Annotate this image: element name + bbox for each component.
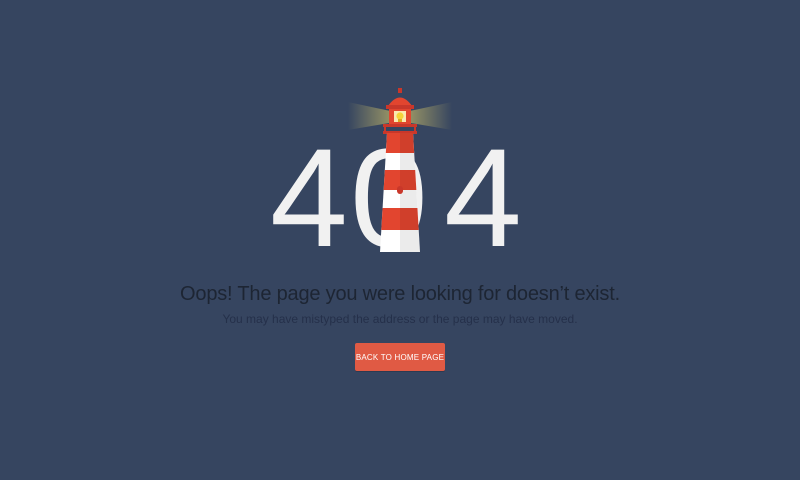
error-code-404: 4 0 4 — [0, 0, 800, 270]
back-to-home-button[interactable]: BACK TO HOME PAGE — [355, 343, 445, 371]
lighthouse-icon — [348, 88, 452, 252]
error-headline: Oops! The page you were looking for does… — [180, 283, 620, 305]
error-digit-four-left: 4 — [270, 119, 348, 276]
error-page: 4 0 4 — [0, 0, 800, 480]
error-subline: You may have mistyped the address or the… — [222, 312, 578, 326]
